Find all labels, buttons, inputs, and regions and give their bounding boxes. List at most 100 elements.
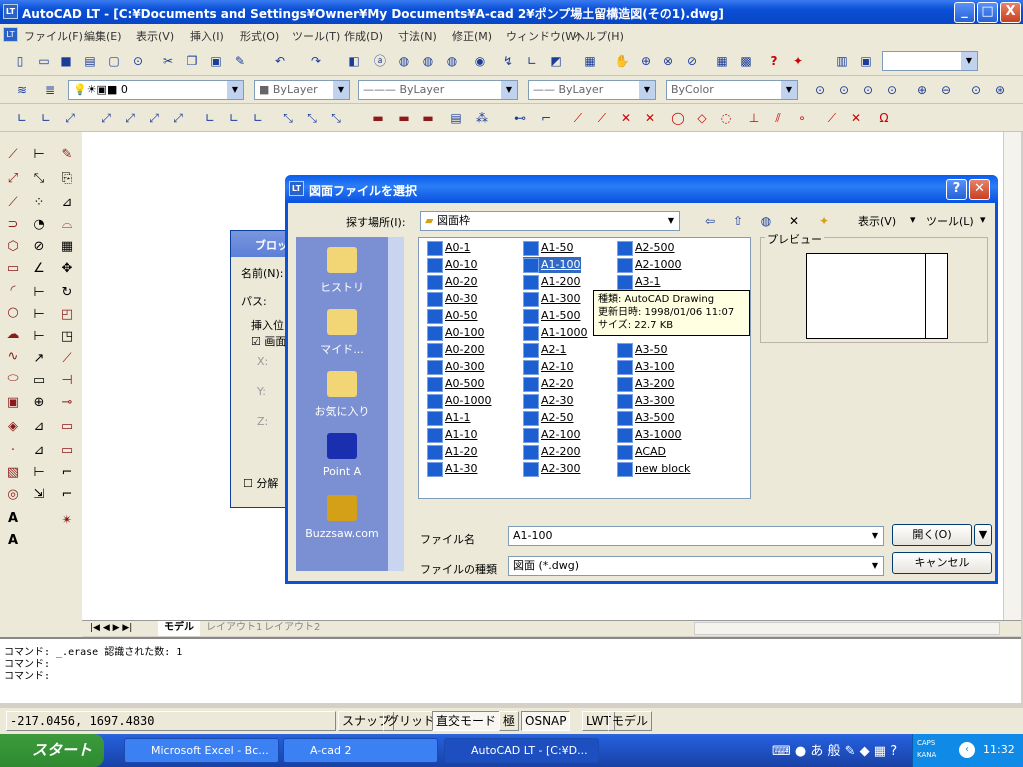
- dim-continue-icon[interactable]: ⊢: [28, 326, 50, 348]
- osnap-endpoint-icon[interactable]: ⟋: [568, 108, 588, 128]
- menu-file[interactable]: ファイル(F): [24, 28, 83, 44]
- trim-icon[interactable]: ⊣: [56, 370, 78, 392]
- file-item[interactable]: A1-300: [523, 291, 581, 307]
- xline-icon[interactable]: ⤢: [2, 168, 24, 190]
- window-cascade-icon[interactable]: ▣: [856, 51, 876, 71]
- place-history[interactable]: ヒストリ: [296, 247, 388, 295]
- dim-diameter-icon[interactable]: ⊘: [28, 236, 50, 258]
- polar-toggle[interactable]: 極: [499, 711, 520, 731]
- file-item[interactable]: A2-500: [617, 240, 675, 256]
- zoom-realtime-icon[interactable]: ⊕: [636, 51, 656, 71]
- menu-window[interactable]: ウィンドウ(W): [506, 28, 580, 44]
- lookin-dropdown[interactable]: ▰ 図面枠 ▼: [420, 211, 680, 231]
- menu-draw[interactable]: 作成(D): [344, 28, 383, 44]
- ortho-toggle[interactable]: 直交モード: [432, 711, 501, 731]
- mline-icon[interactable]: ⊃: [2, 214, 24, 236]
- zoom-scale-icon[interactable]: ⊙: [858, 80, 878, 100]
- rectangle-icon[interactable]: ▭: [2, 258, 24, 280]
- view-menu[interactable]: 表示(V): [858, 213, 896, 229]
- design-center-icon[interactable]: ◧: [344, 51, 364, 71]
- dim-ordinate-icon[interactable]: ⁘: [28, 192, 50, 214]
- dim-baseline-icon[interactable]: ⊢: [28, 304, 50, 326]
- preview-icon[interactable]: ▢: [104, 51, 124, 71]
- file-item[interactable]: A1-1000: [523, 325, 588, 341]
- autocad-app-icon[interactable]: LT: [3, 4, 18, 19]
- line-icon[interactable]: ⟋: [2, 144, 24, 166]
- dim-tedit-icon[interactable]: ⊿: [28, 440, 50, 462]
- make-current-icon[interactable]: ≣: [40, 80, 60, 100]
- dim-update-icon[interactable]: ▬: [394, 108, 414, 128]
- dim-update-icon[interactable]: ⊢: [28, 462, 50, 484]
- file-item[interactable]: A1-50: [523, 240, 574, 256]
- zoom-center-icon[interactable]: ⊙: [882, 80, 902, 100]
- file-item[interactable]: new block: [617, 461, 690, 477]
- hatch-icon[interactable]: ▧: [2, 462, 24, 484]
- osnap-midpoint-icon[interactable]: ⟋: [592, 108, 612, 128]
- dim-text-edit-icon[interactable]: ▬: [368, 108, 388, 128]
- file-item[interactable]: A2-1: [523, 342, 567, 358]
- arc-icon[interactable]: ◜: [2, 280, 24, 302]
- print-icon[interactable]: ▤: [80, 51, 100, 71]
- task-folder[interactable]: A-cad 2: [283, 738, 438, 763]
- array-icon[interactable]: ▦: [56, 236, 78, 258]
- file-item[interactable]: A1-200: [523, 274, 581, 290]
- hyperlink-icon[interactable]: ◉: [470, 51, 490, 71]
- dim-leader-icon[interactable]: ∟: [248, 108, 268, 128]
- file-item[interactable]: A1-500: [523, 308, 581, 324]
- dim-continue-icon[interactable]: ∟: [224, 108, 244, 128]
- file-item[interactable]: A0-50: [427, 308, 478, 324]
- delete-icon[interactable]: ✕: [784, 211, 804, 231]
- search-icon[interactable]: ⊙: [128, 51, 148, 71]
- file-item[interactable]: A2-300: [523, 461, 581, 477]
- menu-insert[interactable]: 挿入(I): [190, 28, 224, 44]
- make-block-icon[interactable]: ◈: [2, 416, 24, 438]
- start-button[interactable]: スタート: [0, 734, 104, 767]
- ucs-icon[interactable]: ∟: [522, 51, 542, 71]
- mirror-icon[interactable]: ⊿: [56, 192, 78, 214]
- file-item[interactable]: A0-1000: [427, 393, 492, 409]
- layer-dropdown[interactable]: 💡☀▣■ 0 ▼: [68, 80, 244, 100]
- file-item[interactable]: A3-1000: [617, 427, 682, 443]
- lengthen-icon[interactable]: ⟋: [56, 348, 78, 370]
- dim-radius-icon[interactable]: ◔: [28, 214, 50, 236]
- insert-block-icon[interactable]: ▣: [2, 392, 24, 414]
- minimize-button[interactable]: _: [954, 2, 975, 23]
- place-my-documents[interactable]: マイド...: [296, 309, 388, 357]
- spline-icon[interactable]: ∿: [2, 346, 24, 368]
- view-chevron-icon[interactable]: ▾: [910, 213, 916, 226]
- dim-style-icon[interactable]: ⇲: [28, 484, 50, 506]
- file-item[interactable]: A0-30: [427, 291, 478, 307]
- help-icon[interactable]: ?: [764, 51, 784, 71]
- rotate-icon[interactable]: ↻: [56, 282, 78, 304]
- ime-icons[interactable]: ⌨ ● あ 般 ✎ ◆ ▦ ?: [772, 740, 897, 759]
- file-item[interactable]: A3-200: [617, 376, 675, 392]
- chamfer-icon[interactable]: ⌐: [56, 462, 78, 484]
- redo-icon[interactable]: ↷: [306, 51, 326, 71]
- window-tile-icon[interactable]: ▥: [832, 51, 852, 71]
- grid-toggle[interactable]: グリッド: [383, 711, 440, 731]
- dim-aligned-icon[interactable]: ⤡: [28, 168, 50, 190]
- zoom-in-icon[interactable]: ⊕: [912, 80, 932, 100]
- coordinates-display[interactable]: -217.0456, 1697.4830: [6, 711, 336, 731]
- menu-tools[interactable]: ツール(T): [292, 28, 340, 44]
- specify-onscreen-checkbox[interactable]: ☑ 画面: [251, 333, 286, 349]
- text-icon[interactable]: A: [2, 530, 24, 552]
- file-list[interactable]: A0-1 A0-10 A0-20 A0-30 A0-50 A0-100 A0-200 A0-3…: [418, 237, 751, 499]
- paste-icon[interactable]: ▣: [206, 51, 226, 71]
- dim-diameter-icon[interactable]: ⤢: [120, 108, 140, 128]
- dim-aligned-icon[interactable]: ∟: [36, 108, 56, 128]
- new-icon[interactable]: ▯: [10, 51, 30, 71]
- dim-edit-icon[interactable]: ⊿: [28, 416, 50, 438]
- dim-edit-icon[interactable]: ⤡: [326, 108, 346, 128]
- menu-help[interactable]: ヘルプ(H): [574, 28, 624, 44]
- tools-chevron-icon[interactable]: ▾: [980, 213, 986, 226]
- file-item[interactable]: A2-20: [523, 376, 574, 392]
- osnap-parallel-icon[interactable]: ⫽: [768, 108, 788, 128]
- internet-icon[interactable]: ⓐ: [370, 51, 390, 71]
- circle-icon[interactable]: ○: [2, 302, 24, 324]
- star-icon[interactable]: ✦: [788, 51, 808, 71]
- explode-icon[interactable]: ✴: [56, 510, 78, 532]
- region-icon[interactable]: ◎: [2, 484, 24, 506]
- file-item[interactable]: A2-10: [523, 359, 574, 375]
- zoom-out-icon[interactable]: ⊖: [936, 80, 956, 100]
